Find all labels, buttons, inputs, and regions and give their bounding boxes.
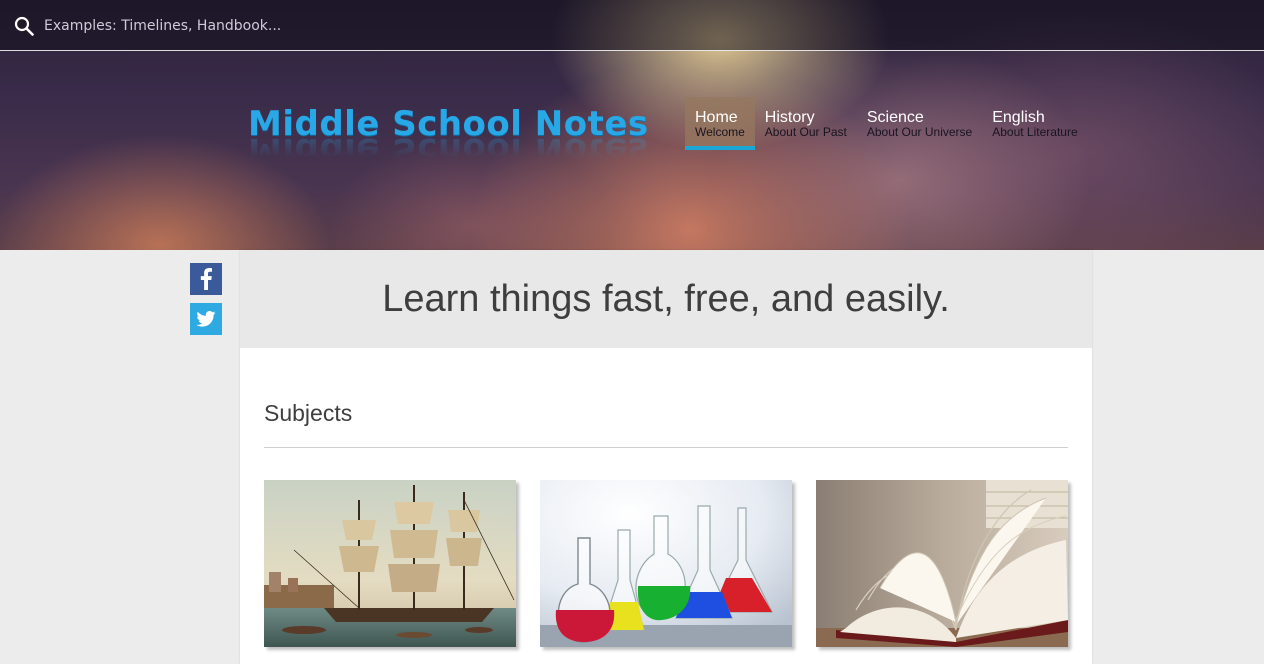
search-icon[interactable]: [14, 16, 34, 36]
nav-subtitle: About Our Past: [764, 125, 847, 139]
facebook-icon: [200, 268, 212, 290]
tall-ships-image: [264, 480, 516, 647]
nav-item-home[interactable]: Home Welcome: [685, 97, 755, 150]
logo-reflection: Middle School Notes: [248, 130, 649, 170]
twitter-share-button[interactable]: [190, 303, 222, 335]
nav-title: English: [992, 109, 1045, 126]
tagline: Learn things fast, free, and easily.: [382, 277, 950, 320]
nav-title: Home: [695, 109, 738, 126]
nav-title: Science: [866, 109, 924, 126]
nav-item-history[interactable]: History About Our Past: [755, 97, 857, 150]
divider: [264, 447, 1068, 448]
nav-subtitle: About Our Universe: [866, 125, 973, 139]
facebook-share-button[interactable]: [190, 263, 222, 295]
nav-title: History: [764, 109, 815, 126]
nav-item-english[interactable]: English About Literature: [982, 97, 1087, 150]
nav-subtitle: About Literature: [992, 125, 1078, 139]
site-logo[interactable]: Middle School Notes Middle School Notes: [248, 104, 649, 176]
tagline-band: Learn things fast, free, and easily.: [240, 250, 1092, 348]
main-content: Learn things fast, free, and easily. Sub…: [240, 250, 1092, 664]
search-input[interactable]: [44, 10, 644, 42]
search-bar: [0, 0, 1264, 51]
open-book-image: [816, 480, 1068, 647]
subject-card-science[interactable]: [540, 480, 792, 647]
nav-subtitle: Welcome: [695, 125, 745, 139]
social-share: [190, 263, 222, 343]
twitter-icon: [196, 311, 216, 327]
hero-banner: Middle School Notes Middle School Notes …: [0, 0, 1264, 250]
flasks-image: [540, 480, 792, 647]
subjects-heading: Subjects: [264, 400, 353, 426]
subject-card-history[interactable]: [264, 480, 516, 647]
subject-card-english[interactable]: [816, 480, 1068, 647]
nav-item-science[interactable]: Science About Our Universe: [857, 97, 982, 150]
main-nav: Home Welcome History About Our Past Scie…: [685, 97, 1088, 150]
